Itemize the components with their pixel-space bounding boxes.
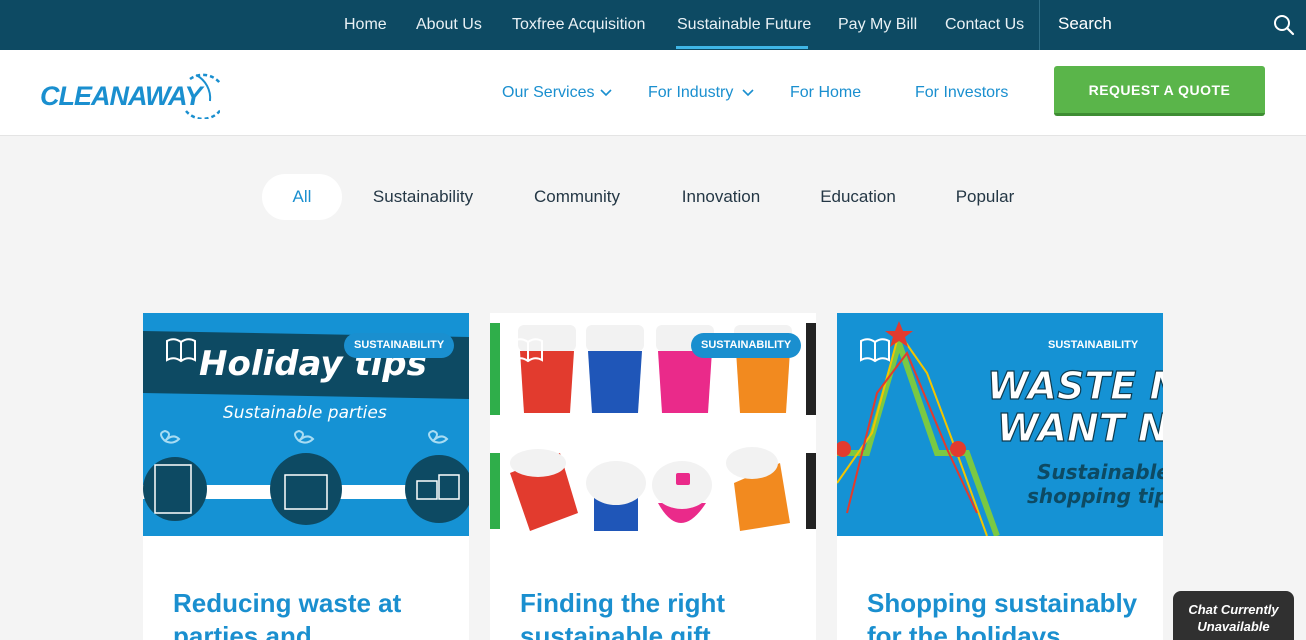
filter-education[interactable]: Education [810, 174, 906, 220]
filter-innovation[interactable]: Innovation [670, 174, 772, 220]
topnav-contact-us[interactable]: Contact Us [945, 0, 1024, 50]
card-title[interactable]: Shopping sustainably for the holidays [867, 587, 1147, 640]
image-subheadline-line1: Sustainable [1037, 460, 1163, 484]
card-image[interactable]: WASTE N WANT NO Sustainable shopping tip… [837, 313, 1163, 536]
logo-text: CLEANAWAY [40, 81, 205, 111]
topnav-sustainable-future[interactable]: Sustainable Future [677, 0, 811, 50]
active-nav-underline [676, 46, 808, 49]
category-badge[interactable]: SUSTAINABILITY [691, 333, 802, 358]
book-icon [860, 338, 890, 363]
cleanaway-logo[interactable]: CLEANAWAY [40, 69, 220, 119]
search-icon[interactable] [1273, 14, 1295, 36]
filter-sustainability[interactable]: Sustainability [362, 174, 484, 220]
nav-for-investors[interactable]: For Investors [915, 84, 1008, 102]
top-utility-bar: Home About Us Toxfree Acquisition Sustai… [0, 0, 1306, 50]
book-icon [166, 338, 196, 363]
book-icon [513, 338, 543, 363]
article-card[interactable]: SUSTAINABILITY Finding the right sustain… [490, 313, 816, 640]
chevron-down-icon[interactable] [600, 88, 612, 98]
nav-our-services[interactable]: Our Services [502, 84, 594, 102]
category-badge[interactable]: SUSTAINABILITY [344, 333, 455, 358]
card-image[interactable]: Holiday tips Sustainable parties SUSTAIN… [143, 313, 469, 536]
topnav-toxfree-acquisition[interactable]: Toxfree Acquisition [512, 0, 645, 50]
chat-widget[interactable]: Chat Currently Unavailable [1173, 591, 1294, 640]
card-title[interactable]: Reducing waste at parties and [173, 587, 453, 640]
topnav-home[interactable]: Home [344, 0, 387, 50]
article-card[interactable]: WASTE N WANT NO Sustainable shopping tip… [837, 313, 1163, 640]
image-headline-line2: WANT NO [997, 406, 1163, 450]
card-title[interactable]: Finding the right sustainable gift [520, 587, 800, 640]
nav-for-industry[interactable]: For Industry [648, 84, 733, 102]
image-headline-line1: WASTE N [987, 364, 1163, 408]
card-image[interactable]: SUSTAINABILITY [490, 313, 816, 536]
filter-popular[interactable]: Popular [944, 174, 1026, 220]
search-box[interactable]: Search [1039, 0, 1306, 50]
filter-community[interactable]: Community [522, 174, 632, 220]
request-a-quote-button[interactable]: REQUEST A QUOTE [1054, 66, 1265, 116]
category-badge[interactable]: SUSTAINABILITY [1038, 333, 1148, 358]
nav-for-home[interactable]: For Home [790, 84, 861, 102]
chevron-down-icon[interactable] [742, 88, 754, 98]
article-card[interactable]: Holiday tips Sustainable parties SUSTAIN… [143, 313, 469, 640]
filter-all[interactable]: All [262, 174, 342, 220]
main-header: CLEANAWAY Our Services For Industry For … [0, 50, 1306, 136]
chat-status-line2: Unavailable [1197, 619, 1270, 634]
search-label[interactable]: Search [1058, 14, 1112, 34]
chat-status-line1: Chat Currently [1188, 602, 1279, 617]
image-subheadline-line2: shopping tips [1027, 484, 1163, 508]
topnav-pay-my-bill[interactable]: Pay My Bill [838, 0, 917, 50]
topnav-about-us[interactable]: About Us [416, 0, 482, 50]
image-subheadline: Sustainable parties [223, 403, 387, 423]
